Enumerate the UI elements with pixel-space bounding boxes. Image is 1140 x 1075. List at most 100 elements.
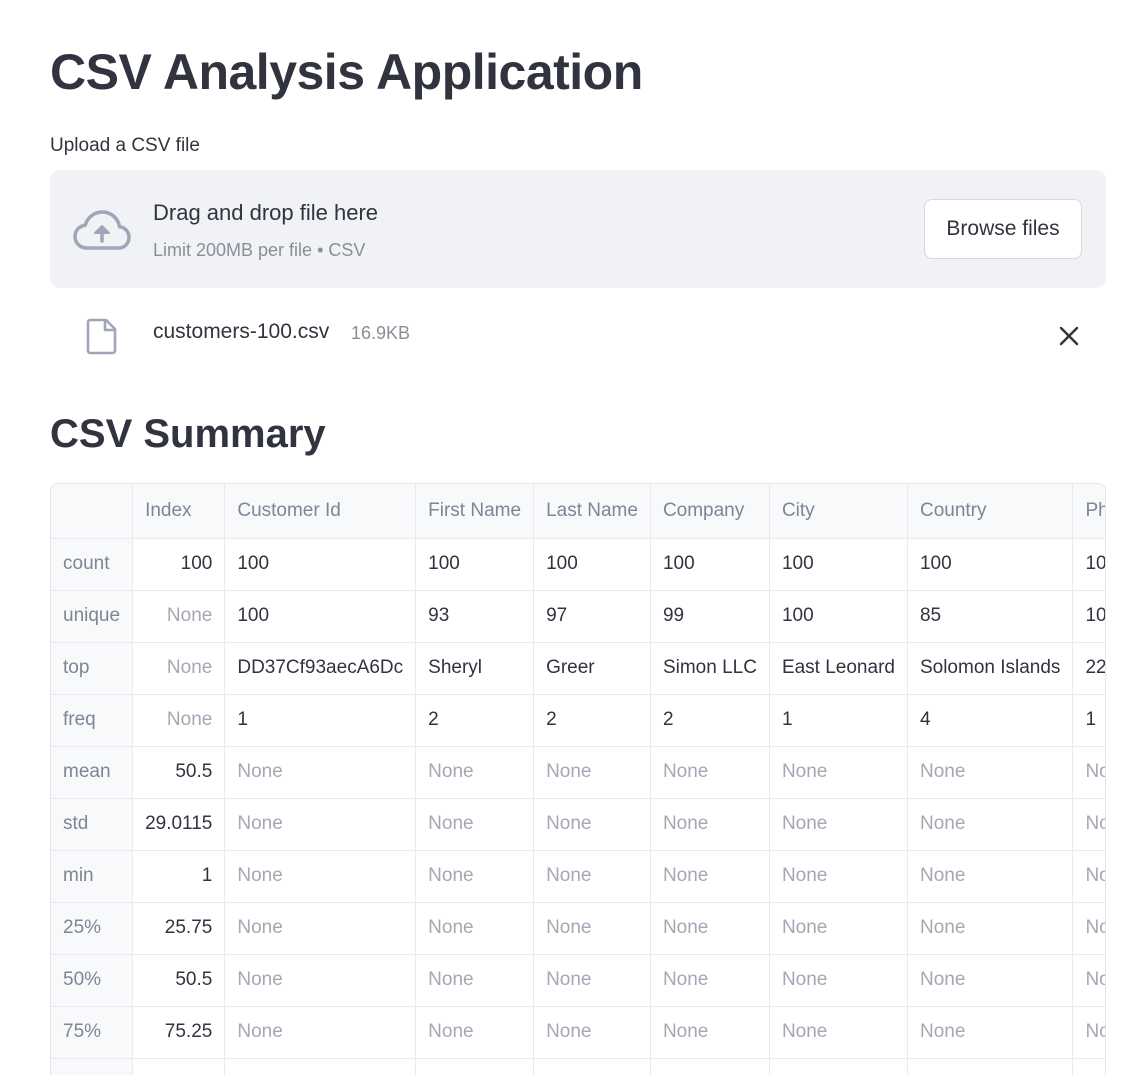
table-cell[interactable]: 100 (1072, 538, 1105, 591)
table-cell[interactable]: 50.5 (132, 954, 226, 1007)
table-cell[interactable]: Sheryl (415, 642, 535, 695)
table-cell[interactable]: None (907, 746, 1074, 799)
table-cell[interactable]: None (907, 798, 1074, 851)
column-header[interactable]: City (769, 484, 908, 539)
table-cell[interactable]: 25.75 (132, 902, 226, 955)
table-cell[interactable]: None (533, 1058, 651, 1075)
table-cell[interactable]: None (415, 798, 535, 851)
column-header[interactable]: First Name (415, 484, 535, 539)
column-header[interactable]: Company (650, 484, 770, 539)
table-cell[interactable]: None (1072, 798, 1105, 851)
table-cell[interactable]: None (907, 1006, 1074, 1059)
table-cell[interactable]: None (533, 954, 651, 1007)
table-cell[interactable]: 1 (769, 694, 908, 747)
table-cell[interactable]: DD37Cf93aecA6Dc (224, 642, 417, 695)
table-cell[interactable]: None (769, 902, 908, 955)
table-cell[interactable]: None (415, 954, 535, 1007)
table-cell[interactable]: None (650, 954, 770, 1007)
table-cell[interactable]: 229.077.5154 (1072, 642, 1105, 695)
close-icon[interactable] (1052, 319, 1086, 353)
table-cell[interactable]: 97 (533, 590, 651, 643)
column-header[interactable]: Phone 1 (1072, 484, 1105, 539)
table-cell[interactable]: None (769, 954, 908, 1007)
table-cell[interactable]: None (132, 694, 226, 747)
table-cell[interactable]: None (1072, 746, 1105, 799)
table-cell[interactable]: 100 (650, 538, 770, 591)
column-header[interactable]: Country (907, 484, 1074, 539)
table-cell[interactable]: None (769, 746, 908, 799)
table-cell[interactable]: None (224, 1006, 417, 1059)
table-cell[interactable]: None (1072, 954, 1105, 1007)
browse-files-button[interactable]: Browse files (924, 199, 1082, 259)
table-cell[interactable]: None (415, 850, 535, 903)
table-cell[interactable]: None (533, 1006, 651, 1059)
table-cell[interactable]: None (907, 902, 1074, 955)
table-cell[interactable]: 2 (650, 694, 770, 747)
table-cell[interactable]: 75.25 (132, 1006, 226, 1059)
column-header[interactable]: Last Name (533, 484, 651, 539)
table-cell[interactable]: 85 (907, 590, 1074, 643)
table-cell[interactable]: None (650, 746, 770, 799)
table-cell[interactable]: 100 (132, 538, 226, 591)
table-cell[interactable]: 4 (907, 694, 1074, 747)
table-cell[interactable]: None (224, 798, 417, 851)
table-cell[interactable]: None (769, 1058, 908, 1075)
table-cell[interactable]: 93 (415, 590, 535, 643)
table-cell[interactable]: None (650, 902, 770, 955)
table-cell[interactable]: None (224, 746, 417, 799)
table-cell[interactable]: 99 (650, 590, 770, 643)
table-cell[interactable]: None (224, 1058, 417, 1075)
table-cell[interactable]: None (907, 954, 1074, 1007)
column-header[interactable]: Index (132, 484, 226, 539)
table-cell[interactable]: None (224, 850, 417, 903)
table-cell[interactable]: None (650, 798, 770, 851)
table-cell[interactable]: Solomon Islands (907, 642, 1074, 695)
table-cell[interactable]: None (224, 902, 417, 955)
table-cell[interactable]: None (224, 954, 417, 1007)
table-cell[interactable]: 50.5 (132, 746, 226, 799)
table-cell[interactable]: 100 (1072, 590, 1105, 643)
table-cell[interactable]: 29.0115 (132, 798, 226, 851)
table-cell[interactable]: 100 (907, 538, 1074, 591)
table-cell[interactable]: 2 (533, 694, 651, 747)
table-cell[interactable]: None (769, 1006, 908, 1059)
table-cell[interactable]: None (1072, 850, 1105, 903)
summary-table[interactable]: Index Customer Id First Name Last Name Compa… (50, 483, 1106, 1075)
table-cell[interactable]: None (769, 850, 908, 903)
table-cell[interactable]: 100 (224, 538, 417, 591)
table-cell[interactable]: 2 (415, 694, 535, 747)
table-cell[interactable]: None (1072, 1058, 1105, 1075)
table-cell[interactable]: 1 (1072, 694, 1105, 747)
table-cell[interactable]: None (533, 902, 651, 955)
table-cell[interactable]: 1 (224, 694, 417, 747)
table-cell[interactable]: Greer (533, 642, 651, 695)
file-dropzone[interactable]: Drag and drop file here Limit 200MB per … (50, 170, 1106, 288)
table-cell[interactable]: 100 (224, 590, 417, 643)
table-cell[interactable]: 100 (533, 538, 651, 591)
table-cell[interactable]: None (132, 642, 226, 695)
table-cell[interactable]: None (769, 798, 908, 851)
table-cell[interactable]: 100 (132, 1058, 226, 1075)
table-cell[interactable]: None (533, 746, 651, 799)
column-header[interactable]: Customer Id (224, 484, 417, 539)
table-cell[interactable]: 100 (769, 590, 908, 643)
table-cell[interactable]: None (132, 590, 226, 643)
table-cell[interactable]: None (907, 850, 1074, 903)
table-cell[interactable]: 100 (769, 538, 908, 591)
table-cell[interactable]: None (533, 850, 651, 903)
table-cell[interactable]: None (650, 1006, 770, 1059)
table-cell[interactable]: None (1072, 1006, 1105, 1059)
table-cell[interactable]: None (1072, 902, 1105, 955)
table-cell[interactable]: 100 (415, 538, 535, 591)
table-cell[interactable]: None (415, 746, 535, 799)
table-cell[interactable]: None (650, 850, 770, 903)
table-cell[interactable]: None (650, 1058, 770, 1075)
table-cell[interactable]: None (415, 1006, 535, 1059)
table-cell[interactable]: None (415, 902, 535, 955)
table-cell[interactable]: East Leonard (769, 642, 908, 695)
table-cell[interactable]: Simon LLC (650, 642, 770, 695)
table-cell[interactable]: None (907, 1058, 1074, 1075)
table-cell[interactable]: 1 (132, 850, 226, 903)
table-cell[interactable]: None (533, 798, 651, 851)
table-cell[interactable]: None (415, 1058, 535, 1075)
